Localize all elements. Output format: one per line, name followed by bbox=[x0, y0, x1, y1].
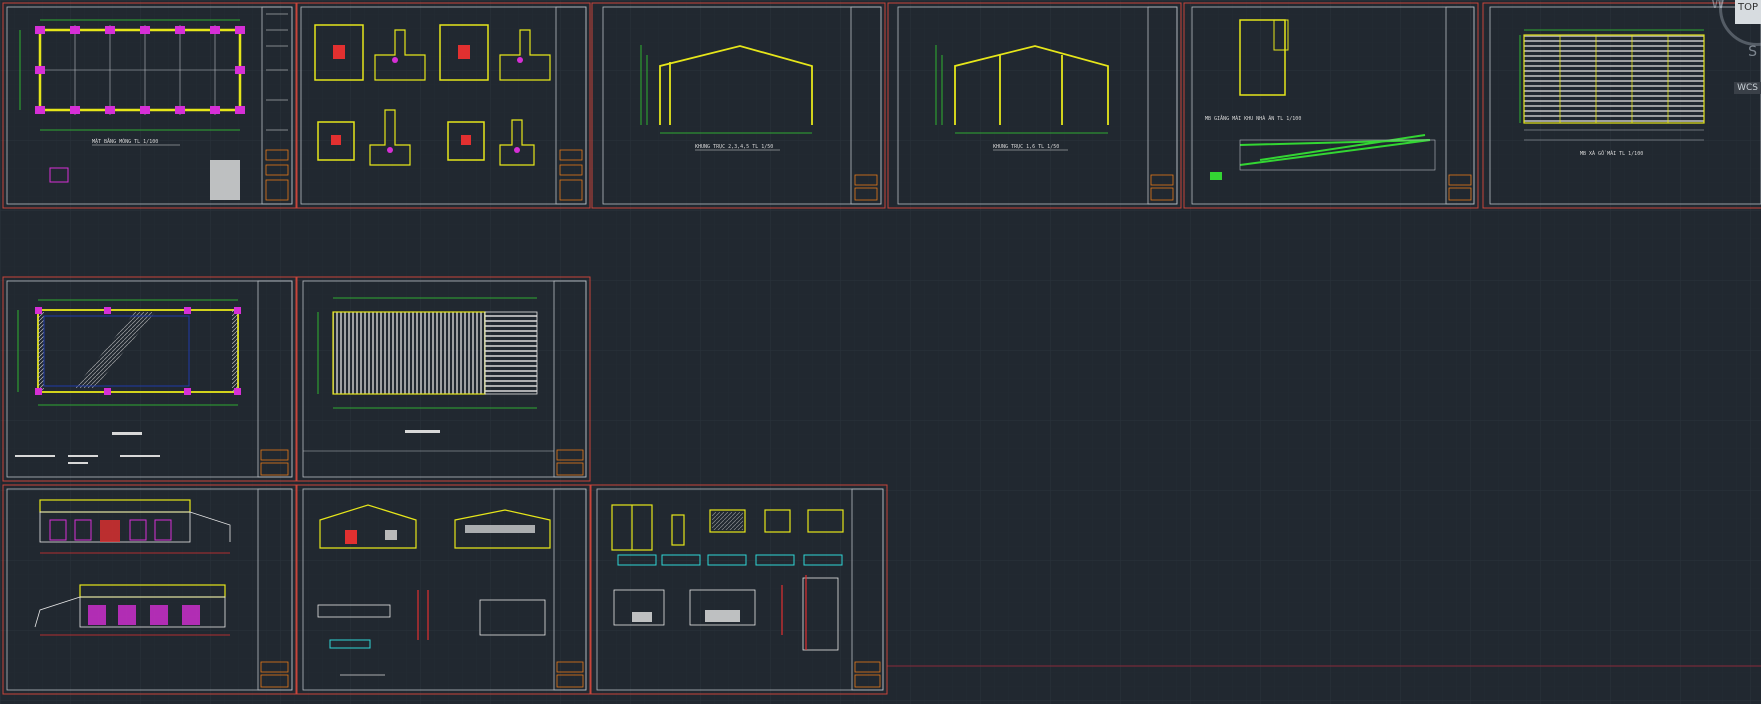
sheet-title: KHUNG TRỤC 2,3,4,5 TL 1/50 bbox=[695, 144, 773, 150]
sheet-title: MB GIẰNG MÁI KHU NHÀ ĂN TL 1/100 bbox=[1205, 114, 1301, 122]
ucs-menu-button[interactable]: WCS bbox=[1734, 82, 1761, 94]
sheet-title: MẶT BẰNG MÓNG TL 1/100 bbox=[92, 137, 158, 145]
viewcube-top-face[interactable]: TOP bbox=[1735, 0, 1761, 24]
drawing-canvas[interactable]: MẶT BẰNG MÓNG TL 1/100 KHUNG TRỤC 2,3,4,… bbox=[0, 0, 1761, 704]
major-grid bbox=[0, 0, 1761, 704]
sheet-title: MB XÀ GỒ MÁI TL 1/100 bbox=[1580, 150, 1643, 157]
viewcube-west-label[interactable]: W bbox=[1711, 0, 1725, 12]
viewcube-south-label[interactable]: S bbox=[1748, 44, 1757, 60]
sheet-title: KHUNG TRỤC 1,6 TL 1/50 bbox=[993, 144, 1059, 150]
viewcube[interactable]: W TOP S WCS bbox=[1701, 0, 1761, 110]
